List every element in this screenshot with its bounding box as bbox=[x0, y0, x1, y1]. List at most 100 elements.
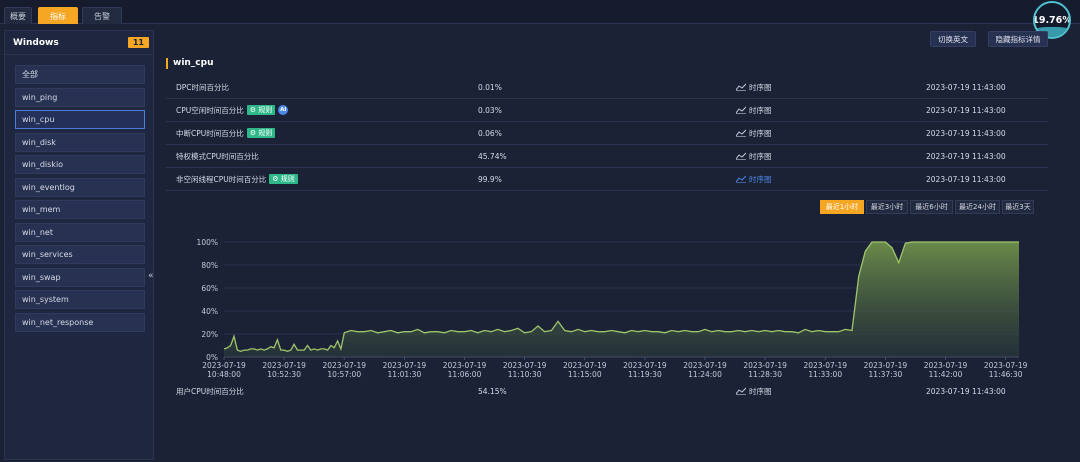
sidebar-item[interactable]: win_eventlog bbox=[15, 177, 145, 197]
metric-name-cell: 中断CPU时间百分比 ⚙ 规则 bbox=[176, 122, 276, 144]
line-chart-icon bbox=[736, 175, 746, 183]
x-tick-time: 11:15:00 bbox=[568, 370, 602, 379]
metric-chart-link[interactable]: 时序图 bbox=[736, 168, 772, 190]
chart-link-label: 时序图 bbox=[749, 386, 772, 396]
sidebar-item[interactable]: win_swap bbox=[15, 267, 145, 287]
metric-name: CPU空闲时间百分比 bbox=[176, 105, 244, 115]
top-tab-bar: 概要 指标 告警 bbox=[0, 0, 1080, 24]
line-chart-icon bbox=[736, 106, 746, 114]
time-range-button[interactable]: 最近6小时 bbox=[910, 200, 953, 214]
line-chart-icon bbox=[736, 129, 746, 137]
gauge-value: 19.76% bbox=[1033, 14, 1071, 26]
metric-row[interactable]: 特权模式CPU时间百分比 45.74% 时序图 2023-07-19 11:43:00 bbox=[166, 145, 1048, 168]
metric-chart-link[interactable]: 时序图 bbox=[736, 145, 772, 167]
rule-tag[interactable]: ⚙ 规则 bbox=[246, 105, 276, 115]
metric-value: 99.9% bbox=[478, 174, 502, 184]
time-range-button[interactable]: 最近1小时 bbox=[820, 200, 864, 214]
rule-tag-label: 规则 bbox=[258, 106, 273, 114]
x-tick-time: 11:46:30 bbox=[989, 370, 1023, 379]
x-tick-time: 10:57:00 bbox=[327, 370, 361, 379]
metric-chart-link[interactable]: 时序图 bbox=[736, 99, 772, 121]
y-tick-label: 60% bbox=[201, 284, 218, 293]
tab-overview[interactable]: 概要 bbox=[4, 7, 32, 24]
sidebar-item[interactable]: win_net_response bbox=[15, 312, 145, 332]
sidebar-item[interactable]: win_cpu bbox=[15, 110, 145, 129]
x-tick-date: 2023-07-19 bbox=[443, 361, 487, 370]
x-tick-date: 2023-07-19 bbox=[623, 361, 667, 370]
tab-metrics[interactable]: 指标 bbox=[38, 7, 78, 24]
metric-name-cell: DPC时间百分比 bbox=[176, 76, 229, 98]
rule-tag-label: 规则 bbox=[258, 129, 273, 137]
sidebar-item[interactable]: win_net bbox=[15, 222, 145, 242]
sidebar-title: Windows bbox=[13, 37, 59, 48]
rule-tag-label: 规则 bbox=[280, 175, 295, 183]
y-tick-label: 20% bbox=[201, 330, 218, 339]
bottom-metric-time: 2023-07-19 11:43:00 bbox=[926, 386, 1006, 396]
ai-badge[interactable]: AI bbox=[278, 105, 289, 115]
sidebar-item[interactable]: win_services bbox=[15, 245, 145, 264]
metric-time: 2023-07-19 11:43:00 bbox=[926, 105, 1006, 115]
time-range-button[interactable]: 最近3天 bbox=[1002, 200, 1034, 214]
metric-chart-link[interactable]: 时序图 bbox=[736, 122, 772, 144]
metric-name: DPC时间百分比 bbox=[176, 82, 230, 92]
metric-name: 中断CPU时间百分比 bbox=[176, 128, 244, 138]
x-tick-date: 2023-07-19 bbox=[322, 361, 366, 370]
x-tick-date: 2023-07-19 bbox=[683, 361, 727, 370]
metric-value: 0.03% bbox=[478, 105, 502, 115]
sidebar-item[interactable]: win_diskio bbox=[15, 155, 145, 174]
sidebar-item[interactable]: win_mem bbox=[15, 200, 145, 219]
x-tick-date: 2023-07-19 bbox=[924, 361, 968, 370]
metric-value: 45.74% bbox=[478, 151, 507, 161]
collapse-sidebar-icon[interactable]: « bbox=[148, 271, 154, 281]
metric-name-cell: 非空闲线程CPU时间百分比 ⚙ 规则 bbox=[176, 168, 298, 190]
timeseries-chart: 0% 20% 40% 60% 80% 100% 2023-07-19 10:48:00 202… bbox=[164, 217, 1048, 389]
time-range-button[interactable]: 最近24小时 bbox=[955, 200, 1000, 214]
x-tick-date: 2023-07-19 bbox=[984, 361, 1028, 370]
metric-row[interactable]: CPU空闲时间百分比 ⚙ 规则 AI 0.03% 时序图 2023-07-19 11:43… bbox=[166, 99, 1048, 122]
x-tick-time: 11:33:00 bbox=[808, 370, 842, 379]
main-panel: win_cpu DPC时间百分比 0.01% 时序图 2023-07-19 11:43… bbox=[158, 52, 1050, 408]
x-tick-time: 11:24:00 bbox=[688, 370, 722, 379]
metric-name-cell: 特权模式CPU时间百分比 bbox=[176, 145, 259, 167]
metric-row[interactable]: 非空闲线程CPU时间百分比 ⚙ 规则 99.9% 时序图 2023-07-19 11:4… bbox=[166, 168, 1048, 191]
tab-alerts[interactable]: 告警 bbox=[82, 7, 122, 24]
sidebar-item[interactable]: win_disk bbox=[15, 132, 145, 152]
metric-time: 2023-07-19 11:43:00 bbox=[926, 128, 1006, 138]
metric-name: 特权模式CPU时间百分比 bbox=[176, 151, 259, 161]
rule-tag[interactable]: ⚙ 规则 bbox=[246, 128, 276, 138]
section-title: win_cpu bbox=[166, 58, 214, 69]
metric-time: 2023-07-19 11:43:00 bbox=[926, 82, 1006, 92]
chart-link-label: 时序图 bbox=[749, 151, 772, 161]
metric-row[interactable]: DPC时间百分比 0.01% 时序图 2023-07-19 11:43:00 bbox=[166, 76, 1048, 99]
sidebar-count-badge: 11 bbox=[127, 37, 149, 48]
bottom-metric-row[interactable]: 用户CPU时间百分比 54.15% 时序图 2023-07-19 11:43:0… bbox=[166, 380, 1048, 402]
switch-language-button[interactable]: 切换英文 bbox=[930, 31, 976, 47]
sidebar-list: 全部 win_ping win_cpu win_disk win_diskio win_e… bbox=[5, 55, 153, 332]
x-tick-time: 11:28:30 bbox=[748, 370, 782, 379]
metric-value: 0.01% bbox=[478, 82, 502, 92]
x-tick-date: 2023-07-19 bbox=[383, 361, 427, 370]
time-range-button[interactable]: 最近3小时 bbox=[866, 200, 908, 214]
x-tick-date: 2023-07-19 bbox=[743, 361, 787, 370]
line-chart-icon bbox=[736, 387, 746, 395]
sidebar-item[interactable]: win_ping bbox=[15, 87, 145, 107]
metric-name: 非空闲线程CPU时间百分比 bbox=[176, 174, 267, 184]
sidebar: Windows 11 全部 win_ping win_cpu win_disk win_… bbox=[4, 30, 154, 460]
bottom-metric-chart-link[interactable]: 时序图 bbox=[736, 380, 772, 402]
rule-tag[interactable]: ⚙ 规则 bbox=[269, 174, 298, 184]
bottom-metric-value: 54.15% bbox=[478, 386, 507, 396]
sidebar-item[interactable]: 全部 bbox=[15, 65, 145, 84]
chart-link-label: 时序图 bbox=[749, 174, 772, 184]
sidebar-item[interactable]: win_system bbox=[15, 290, 145, 309]
metric-row[interactable]: 中断CPU时间百分比 ⚙ 规则 0.06% 时序图 2023-07-19 11:43:0… bbox=[166, 122, 1048, 145]
x-tick-date: 2023-07-19 bbox=[864, 361, 908, 370]
hide-details-button[interactable]: 隐藏指标详情 bbox=[988, 31, 1048, 47]
chart-link-label: 时序图 bbox=[749, 128, 772, 138]
metric-chart-link[interactable]: 时序图 bbox=[736, 76, 772, 98]
line-chart-icon bbox=[736, 83, 746, 91]
metric-time: 2023-07-19 11:43:00 bbox=[926, 174, 1006, 184]
chart-link-label: 时序图 bbox=[749, 82, 772, 92]
x-tick-date: 2023-07-19 bbox=[262, 361, 306, 370]
x-tick-date: 2023-07-19 bbox=[202, 361, 246, 370]
x-tick-date: 2023-07-19 bbox=[503, 361, 547, 370]
